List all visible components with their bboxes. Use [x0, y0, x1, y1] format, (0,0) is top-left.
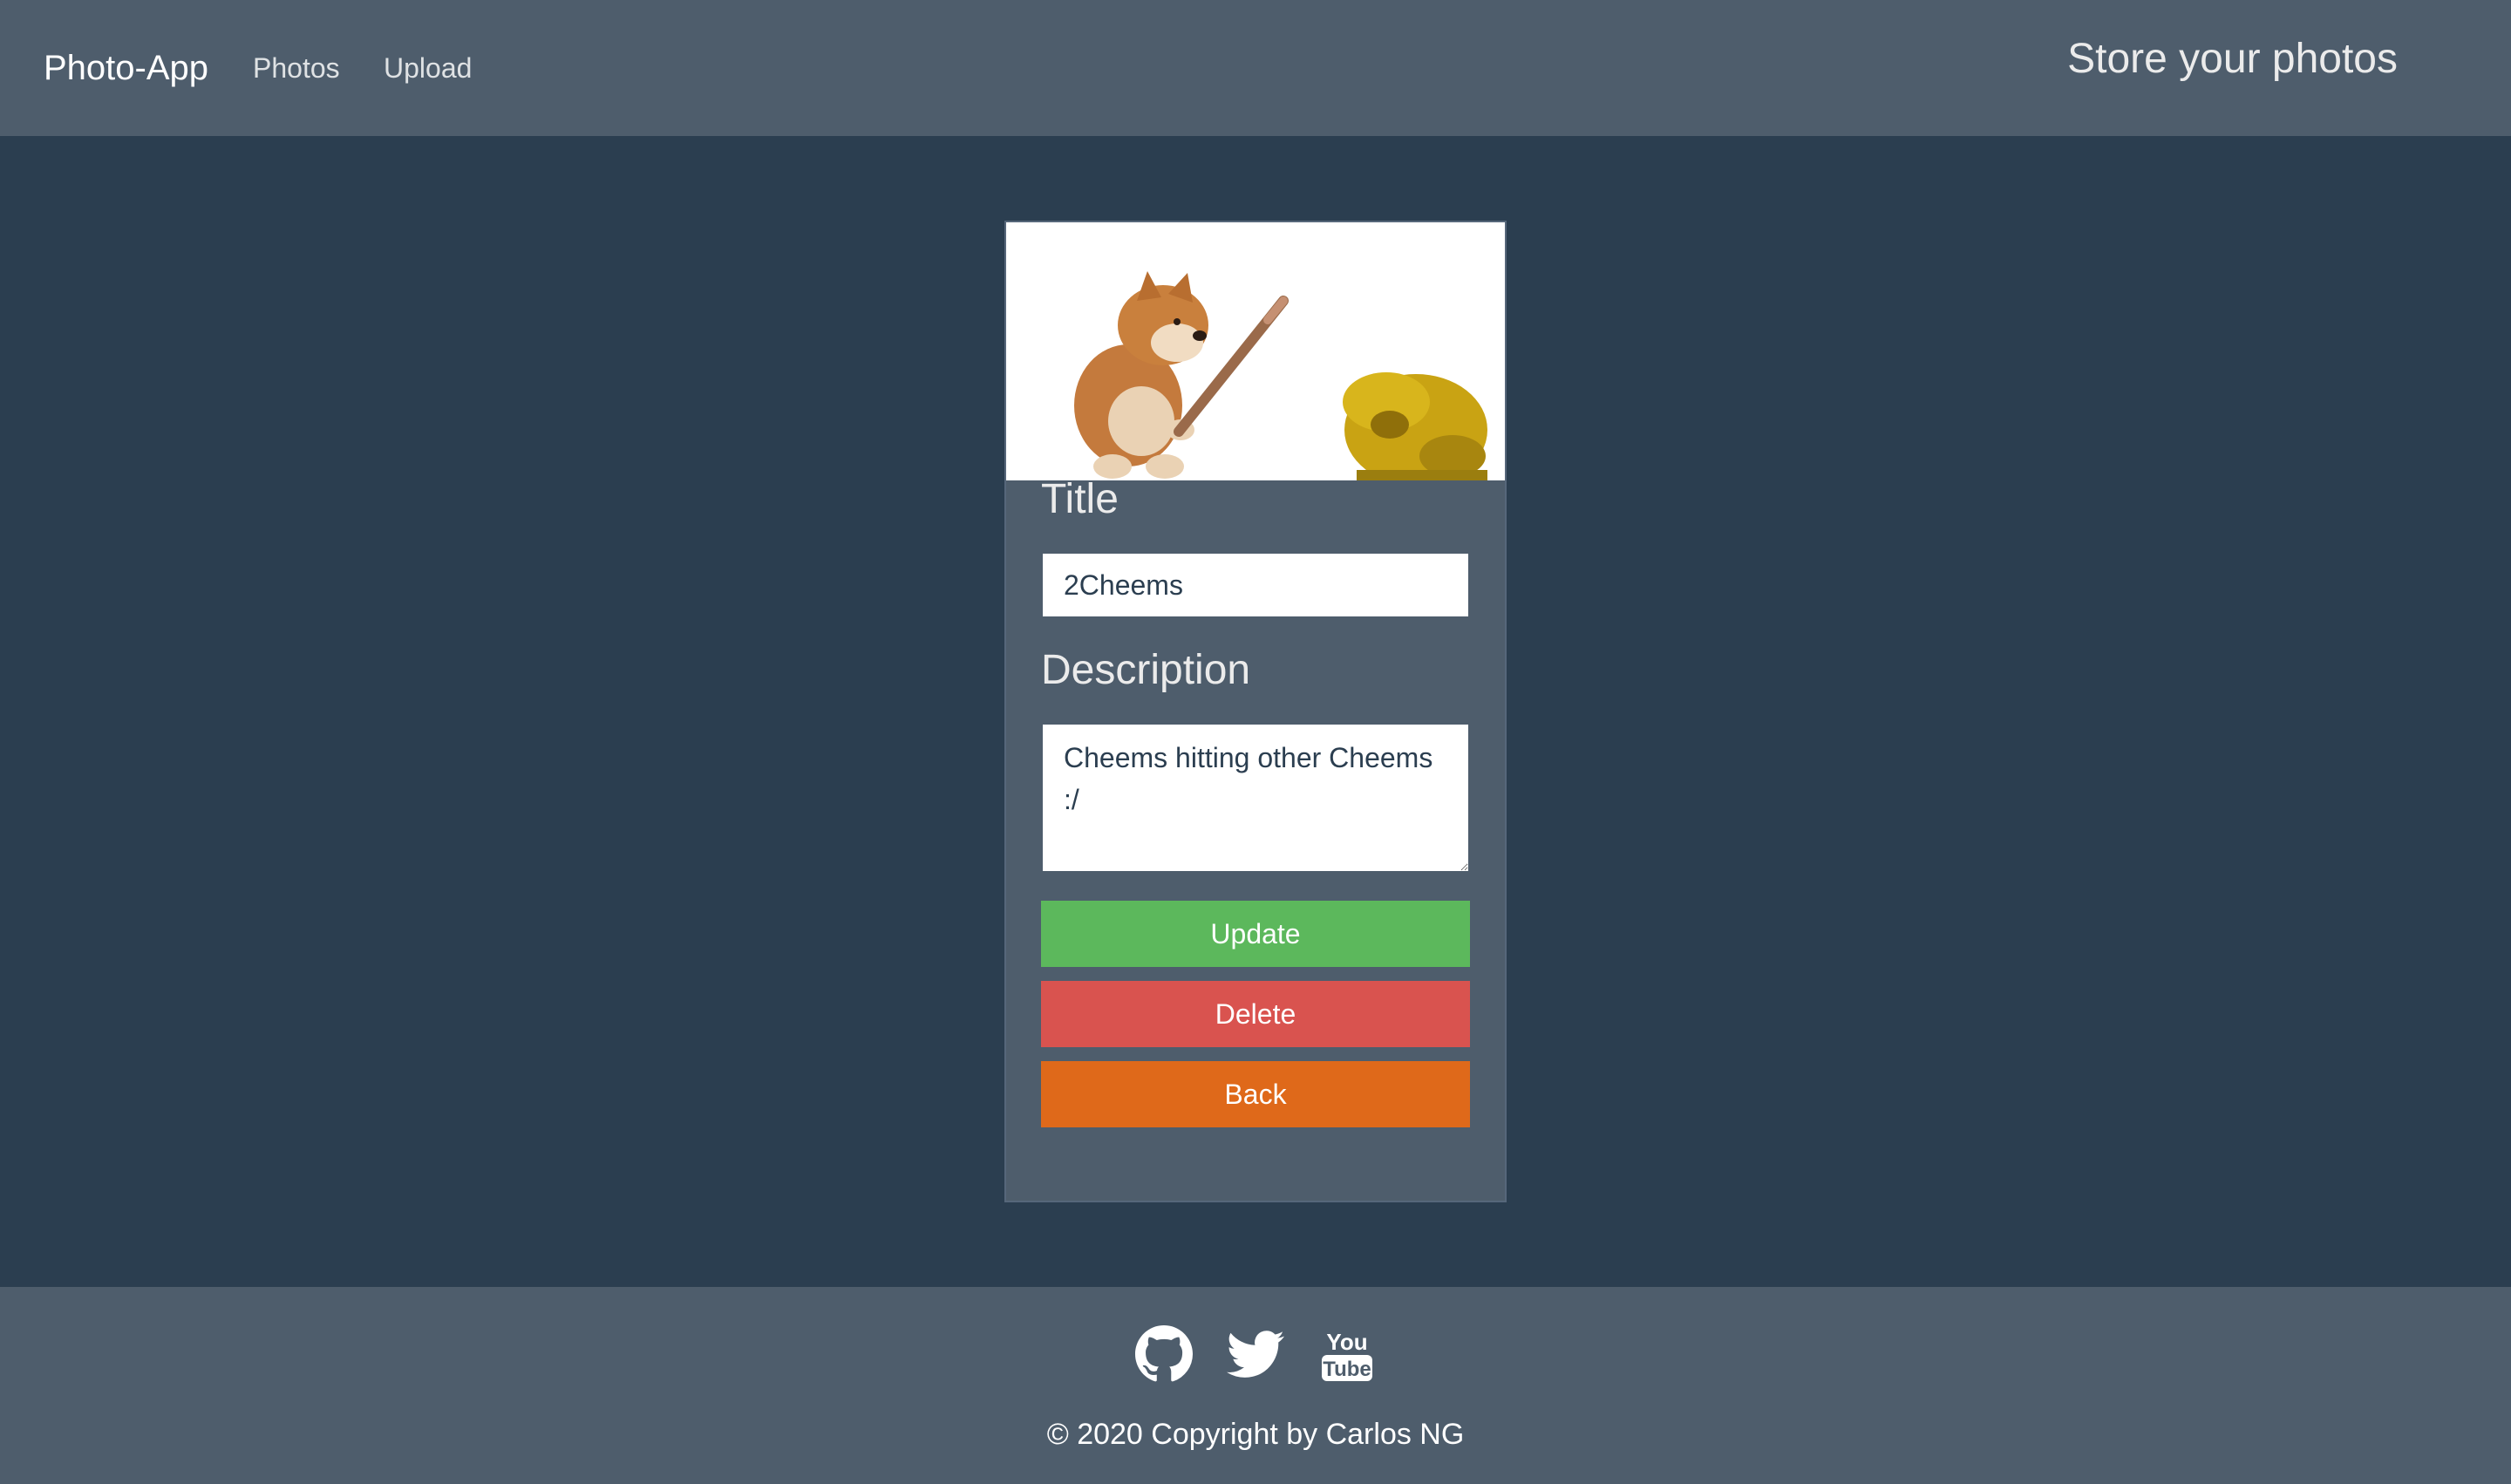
svg-text:Tube: Tube — [1323, 1358, 1371, 1381]
description-label: Description — [1041, 647, 1251, 693]
back-button[interactable]: Back — [1041, 1061, 1470, 1127]
title-label: Title — [1041, 476, 1119, 522]
delete-button[interactable]: Delete — [1041, 981, 1470, 1047]
svg-text:You: You — [1326, 1329, 1367, 1355]
github-icon[interactable] — [1135, 1325, 1193, 1383]
description-input[interactable]: Cheems hitting other Cheems :/ — [1043, 725, 1468, 871]
update-button[interactable]: Update — [1041, 901, 1470, 967]
nav-link-photos[interactable]: Photos — [253, 49, 340, 87]
photo-image — [1006, 222, 1505, 480]
photo-card: Title Description Cheems hitting other C… — [1004, 221, 1507, 1202]
navbar: Photo-App Photos Upload Store your photo… — [0, 0, 2511, 136]
nav-link-upload[interactable]: Upload — [384, 49, 472, 87]
title-input[interactable] — [1043, 554, 1468, 616]
youtube-icon[interactable]: You Tube — [1318, 1325, 1376, 1383]
tagline: Store your photos — [2067, 36, 2398, 82]
photo-illustration — [1006, 222, 1505, 480]
twitter-icon[interactable] — [1227, 1325, 1284, 1383]
footer: You Tube © 2020 Copyright by Carlos NG — [0, 1287, 2511, 1484]
copyright-text: © 2020 Copyright by Carlos NG — [1046, 1418, 1465, 1451]
brand-link[interactable]: Photo-App — [44, 45, 208, 91]
